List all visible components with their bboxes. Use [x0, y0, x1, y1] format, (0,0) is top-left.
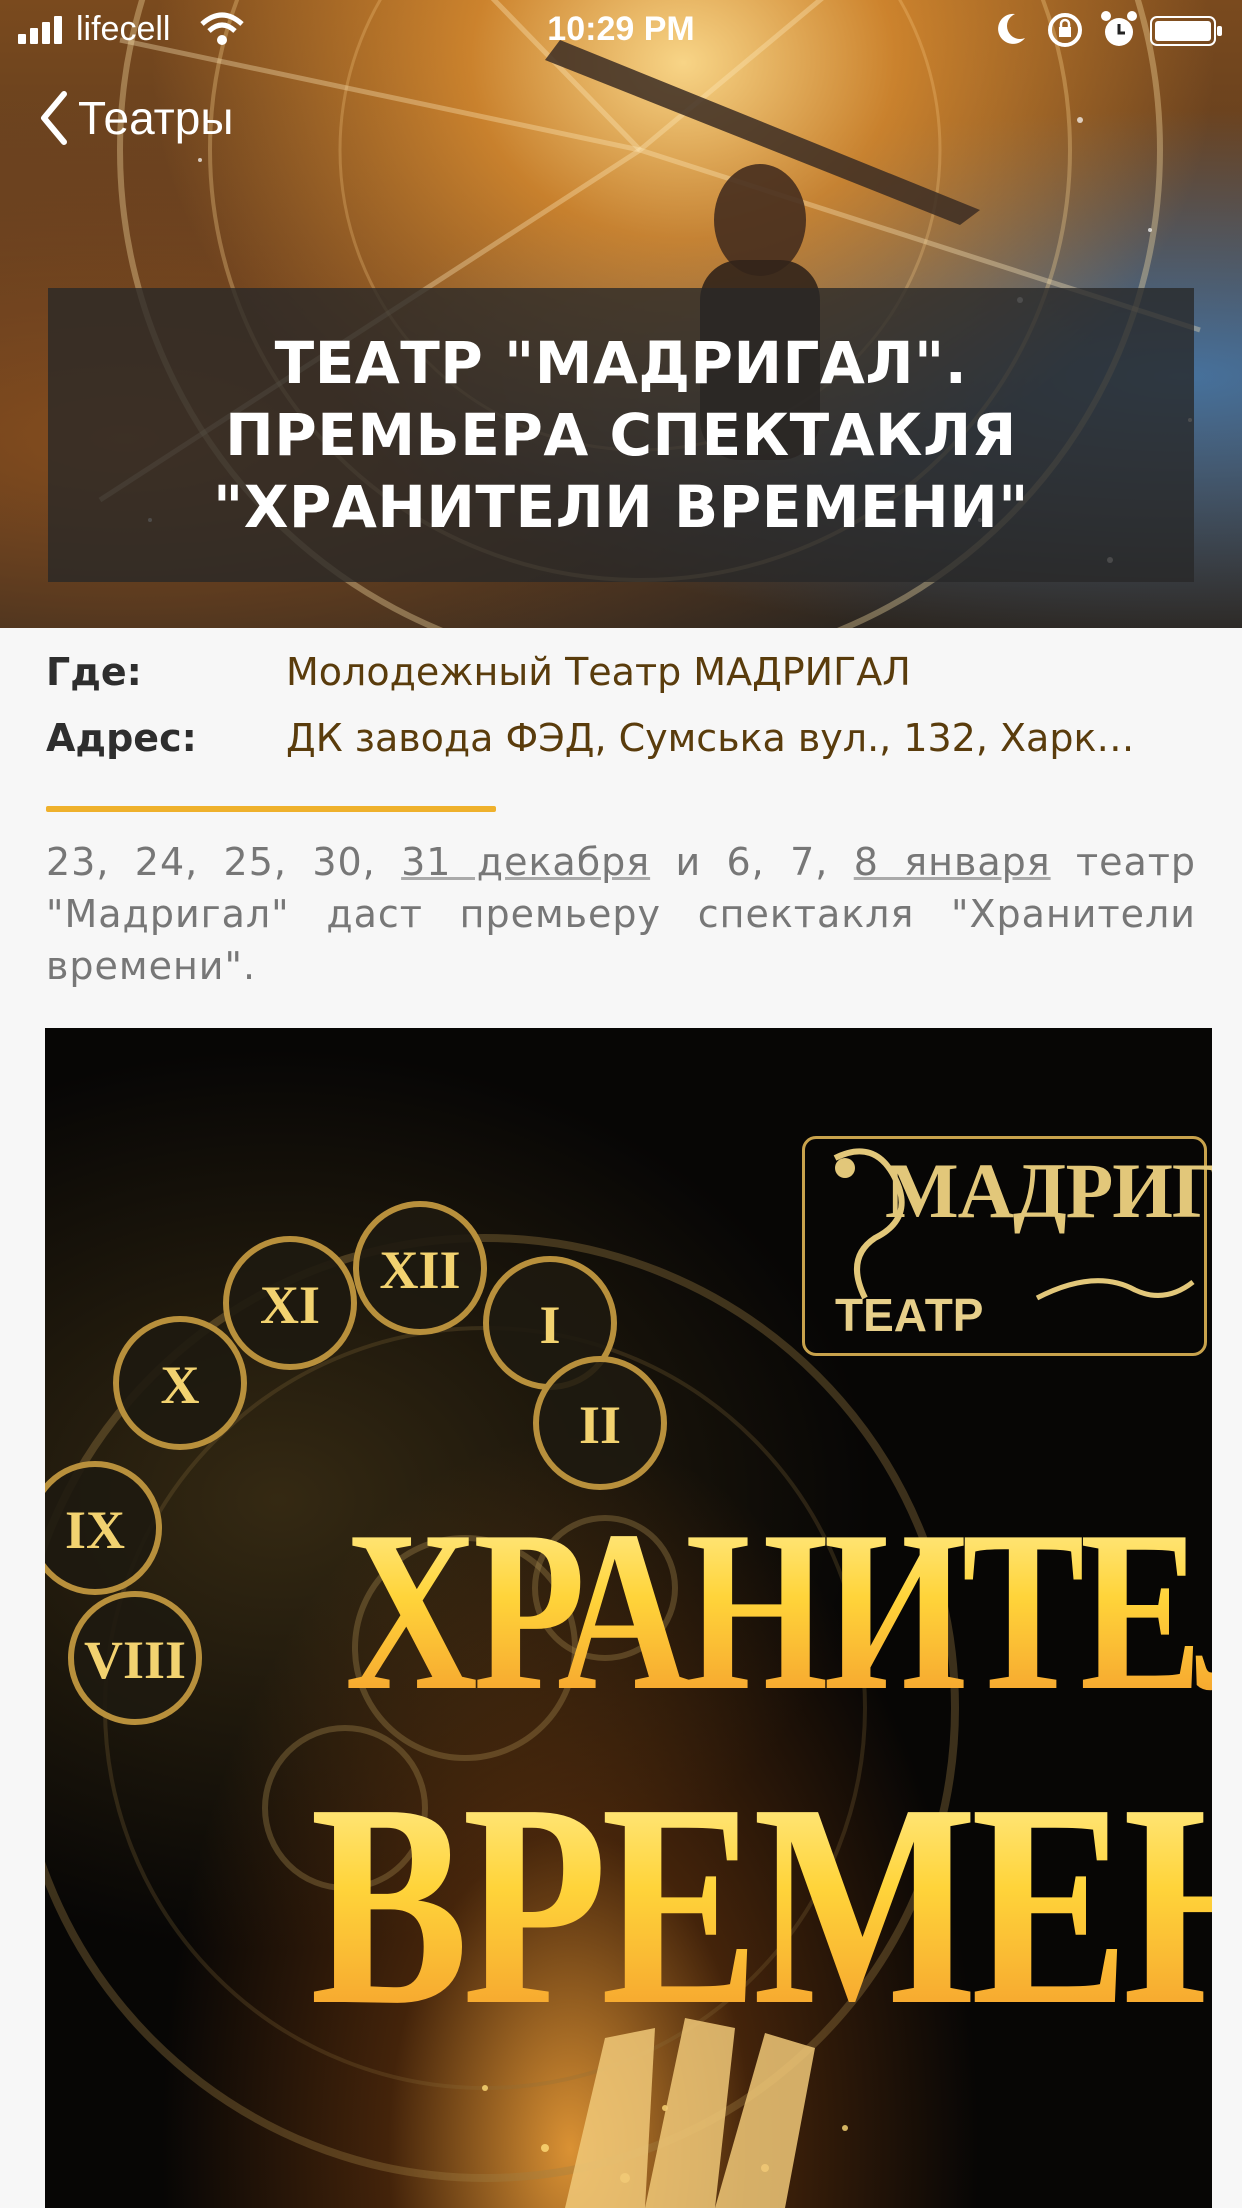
clock-numeral-label: IX — [65, 1500, 125, 1560]
chevron-left-icon — [41, 91, 67, 145]
poster-title-line2: ВРЕМЕНИ — [310, 1738, 1212, 2071]
clock-numeral-medallion: X — [113, 1316, 247, 1450]
clock-numeral-label: X — [161, 1355, 200, 1415]
poster-title-line1: ХРАНИТЕЛИ — [345, 1478, 1212, 1743]
alarm-icon — [1101, 11, 1137, 46]
event-description: 23, 24, 25, 30, 31 декабря и 6, 7, 8 янв… — [46, 836, 1196, 992]
hero-banner: lifecell 10:29 PM Театры ТЕАТР "МАДРИГАЛ… — [0, 0, 1242, 628]
info-row-where: Где: Молодежный Театр МАДРИГАЛ — [46, 650, 1206, 698]
date-link-jan8[interactable]: 8 января — [854, 840, 1051, 884]
description-text: 23, 24, 25, 30, — [46, 840, 402, 884]
clock-numeral-label: XII — [379, 1240, 460, 1300]
event-title: ТЕАТР "МАДРИГАЛ". ПРЕМЬЕРА СПЕКТАКЛЯ "ХР… — [213, 329, 1029, 541]
moon-icon — [998, 13, 1025, 44]
status-bar: lifecell 10:29 PM — [0, 0, 1242, 60]
address-label: Адрес: — [46, 716, 197, 760]
where-label: Где: — [46, 650, 142, 694]
event-poster: XIXIIIXIIIXVIII МАДРИГАЛ ТЕАТР ХРАНИТЕЛИ… — [45, 1028, 1212, 2208]
battery-icon — [1150, 16, 1222, 46]
where-value[interactable]: Молодежный Театр МАДРИГАЛ — [286, 650, 1166, 694]
date-link-dec31[interactable]: 31 декабря — [401, 840, 650, 884]
clock-numeral-label: XI — [260, 1275, 320, 1335]
clock-numeral-medallion: IX — [45, 1461, 162, 1595]
clock-numeral-medallion: VIII — [68, 1591, 202, 1725]
back-button[interactable]: Театры — [38, 90, 233, 146]
address-value[interactable]: ДК завода ФЭД, Сумська вул., 132, Харк… — [286, 716, 1166, 760]
back-button-label: Театры — [78, 92, 234, 144]
clock-numeral-medallion: XI — [223, 1236, 357, 1370]
event-title-box: ТЕАТР "МАДРИГАЛ". ПРЕМЬЕРА СПЕКТАКЛЯ "ХР… — [48, 288, 1194, 582]
accent-divider — [46, 806, 496, 812]
clock-numeral-medallion: II — [533, 1356, 667, 1490]
rotation-lock-icon — [1048, 13, 1082, 47]
clock-numeral-label: VIII — [84, 1630, 186, 1690]
clock-numeral-medallion: XII — [353, 1201, 487, 1335]
info-row-address: Адрес: ДК завода ФЭД, Сумська вул., 132,… — [46, 716, 1206, 764]
description-text: и 6, 7, — [650, 840, 854, 884]
clock-numeral-label: II — [579, 1395, 621, 1455]
theatre-logo-subtitle: ТЕАТР — [835, 1289, 984, 1341]
clock-numeral-label: I — [539, 1295, 560, 1355]
logo-swoosh-icon — [1035, 1278, 1195, 1301]
theatre-logo-name: МАДРИГАЛ — [885, 1147, 1212, 1234]
